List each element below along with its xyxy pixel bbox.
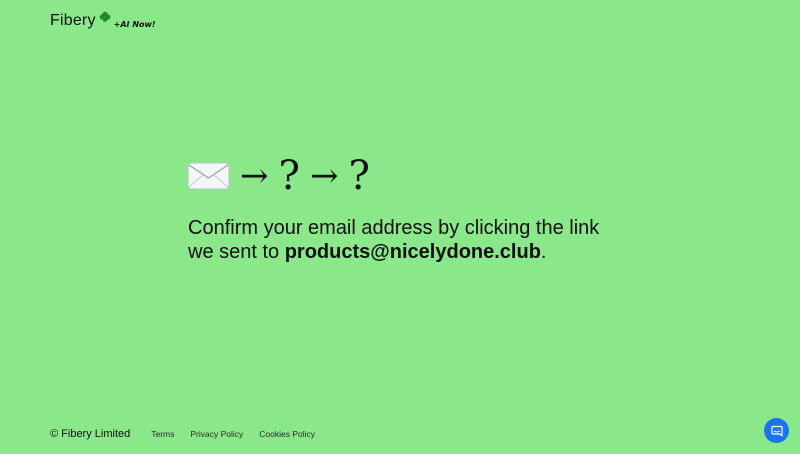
question-mark: ? [278,153,300,199]
question-mark: ? [348,153,370,199]
confirmation-message: Confirm your email address by clicking t… [188,216,628,264]
terms-link[interactable]: Terms [151,429,174,439]
cookies-policy-link[interactable]: Cookies Policy [259,429,315,439]
email-address: products@nicelydone.club [284,241,541,263]
copyright-text: © Fibery Limited [50,428,131,440]
header: Fibery +AI Now! [50,11,156,30]
arrow-icon: → [240,156,269,196]
envelope-icon [187,162,230,190]
chat-icon [770,425,783,437]
footer: © Fibery Limited Terms Privacy Policy Co… [50,428,331,440]
privacy-policy-link[interactable]: Privacy Policy [190,429,243,439]
arrow-icon: → [309,156,339,196]
ai-badge[interactable]: +AI Now! [114,20,156,29]
logo-text[interactable]: Fibery [50,12,96,30]
flow-illustration: → ? → ? [187,156,370,196]
clover-icon [99,11,111,22]
chat-button[interactable] [764,418,789,443]
message-suffix: . [540,241,547,263]
